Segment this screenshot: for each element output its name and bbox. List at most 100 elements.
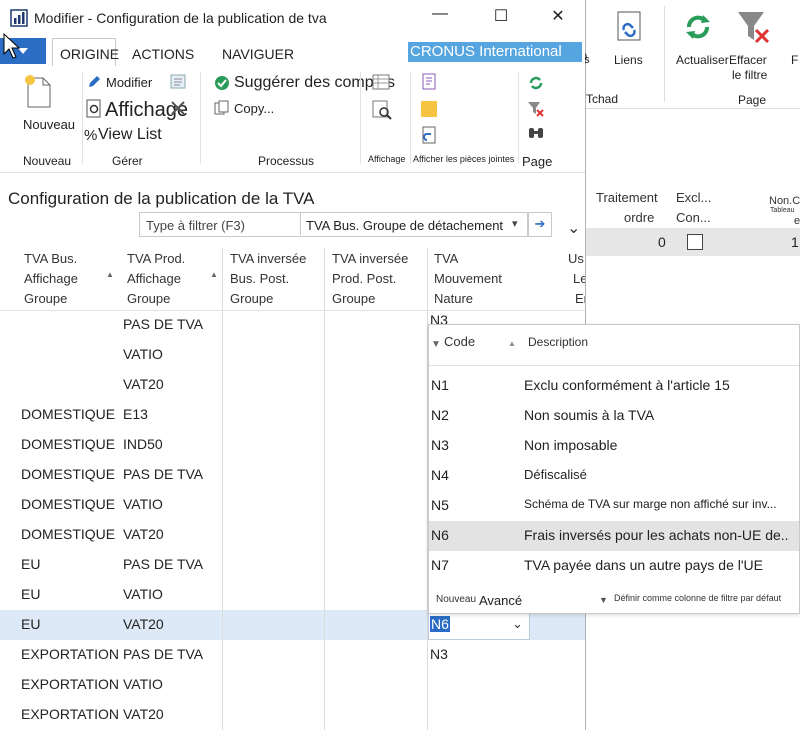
refresh-button[interactable]: Actualiser (676, 53, 729, 67)
col-header-us[interactable]: Us Le Er (568, 249, 585, 309)
dropdown-item[interactable]: N1 Exclu conformément à l'article 15 (429, 371, 799, 401)
ribbon-separator-5 (518, 72, 519, 164)
expand-chevron-icon[interactable]: ⌄ (567, 218, 580, 238)
maximize-button[interactable]: ☐ (486, 6, 516, 26)
list-edit-icon[interactable] (170, 74, 188, 95)
copy-icon[interactable] (214, 100, 230, 121)
dropdown-header-desc[interactable]: Description (528, 335, 588, 349)
cell-prod-group[interactable]: VATIO (123, 496, 163, 512)
clear-filter-icon[interactable] (736, 8, 772, 53)
cell-prod-group[interactable]: PAS DE TVA (123, 646, 203, 662)
cell-prod-group[interactable]: PAS DE TVA (123, 316, 203, 332)
dropdown-sort-icon[interactable]: ▲ (508, 339, 516, 348)
table-view-icon[interactable] (372, 74, 390, 95)
cell-prod-group[interactable]: E13 (123, 406, 148, 422)
note-icon[interactable] (420, 100, 438, 123)
cell-bus-group[interactable]: EU (21, 586, 40, 602)
tab-origine-label[interactable]: ORIGINE (60, 46, 119, 62)
tab-actions[interactable]: ACTIONS (132, 46, 194, 62)
cell-bus-group[interactable]: EXPORTATION (21, 676, 119, 692)
cell-prod-group[interactable]: VATIO (123, 346, 163, 362)
col-header-mouvement[interactable]: TVA Mouvement Nature (434, 249, 502, 309)
dropdown-item[interactable]: N6 Frais inversés pour les achats non-UE … (429, 521, 799, 551)
attachment-icon[interactable] (420, 126, 438, 151)
clear-filter-small-icon[interactable] (527, 100, 545, 123)
links-button[interactable]: Liens (614, 53, 643, 67)
page-small-button[interactable]: Page (522, 154, 552, 169)
table-row[interactable]: EXPORTATION VAT20 (0, 700, 585, 730)
table-row[interactable]: EXPORTATION PAS DE TVA N3 (0, 640, 585, 670)
cell-prod-group[interactable]: VAT20 (123, 706, 164, 722)
dropdown-item[interactable]: N2 Non soumis à la TVA (429, 401, 799, 431)
col-header-rev-bus-l2: Bus. Post. (230, 271, 290, 286)
view-small-button[interactable]: Affichage (368, 154, 405, 164)
search-list-icon[interactable] (372, 100, 392, 125)
sort-up-icon[interactable]: ▲ (106, 270, 114, 279)
cell-bus-group[interactable]: DOMESTIQUE (21, 466, 115, 482)
dropdown-item[interactable]: N5 Schéma de TVA sur marge non affiché su… (429, 491, 799, 521)
cell-prod-group[interactable]: VATIO (123, 586, 163, 602)
show-attachments-button[interactable]: Afficher les pièces jointes (413, 154, 514, 164)
bg-table-row[interactable]: 0 1 (586, 228, 800, 256)
view-list-button[interactable]: View List (98, 126, 162, 144)
mouvement-dropdown-chevron-icon[interactable]: ⌄ (512, 616, 523, 632)
dropdown-new-button[interactable]: Nouveau (436, 594, 476, 605)
links-icon[interactable] (614, 8, 648, 48)
mouvement-cell-value[interactable]: N6 (430, 616, 450, 632)
filter-input[interactable]: Type à filtrer (F3) (146, 218, 245, 233)
col-header-bus[interactable]: TVA Bus. Affichage Groupe (24, 249, 78, 309)
checkmark-icon[interactable] (214, 75, 230, 96)
purple-document-icon[interactable] (420, 73, 438, 96)
cell-prod-group[interactable]: VAT20 (123, 616, 164, 632)
cell-bus-group[interactable]: DOMESTIQUE (21, 496, 115, 512)
dropdown-item[interactable]: N4 Défiscalisé (429, 461, 799, 491)
dropdown-header-code[interactable]: Code (444, 334, 475, 349)
dropdown-item[interactable]: N3 Non imposable (429, 431, 799, 461)
delete-x-icon[interactable] (170, 100, 186, 121)
cell-bus-group[interactable]: EXPORTATION (21, 706, 119, 722)
dropdown-item[interactable]: N7 TVA payée dans un autre pays de l'UE (429, 551, 799, 581)
cell-bus-group[interactable]: EU (21, 616, 40, 632)
edit-pencil-icon[interactable] (87, 75, 101, 94)
col-header-rev-prod[interactable]: TVA inversée Prod. Post. Groupe (332, 249, 408, 309)
col-header-prod[interactable]: TVA Prod. Affichage Groupe (127, 249, 185, 309)
tab-naviguer[interactable]: NAVIGUER (222, 46, 294, 62)
new-button[interactable]: Nouveau (23, 117, 75, 132)
close-button[interactable]: ✕ (543, 6, 573, 26)
refresh-small-icon[interactable] (527, 74, 545, 97)
cell-bus-group[interactable]: EU (21, 556, 40, 572)
cell-prod-group[interactable]: VAT20 (123, 526, 164, 542)
filter-go-arrow-icon[interactable]: ➔ (528, 212, 552, 237)
filter-funnel-icon[interactable]: ▼ (431, 339, 441, 350)
refresh-icon[interactable] (681, 10, 715, 49)
cell-prod-group[interactable]: PAS DE TVA (123, 556, 203, 572)
view-document-icon[interactable] (85, 99, 103, 124)
filter-field-chevron-icon[interactable]: ▾ (512, 217, 518, 230)
minimize-button[interactable]: — (425, 5, 455, 23)
cell-bus-group[interactable]: DOMESTIQUE (21, 526, 115, 542)
cell-bus-group[interactable]: EXPORTATION (21, 646, 119, 662)
suggest-accounts-button[interactable]: Suggérer des comptes (234, 74, 395, 92)
set-default-filter-button[interactable]: Définir comme colonne de filtre par défa… (614, 593, 781, 603)
cell-bus-group[interactable]: DOMESTIQUE (21, 436, 115, 452)
cell-prod-group[interactable]: IND50 (123, 436, 163, 452)
cell-prod-group[interactable]: PAS DE TVA (123, 466, 203, 482)
bg-col-excl-l2: Con... (676, 210, 711, 225)
cell-mouvement[interactable]: N3 (430, 646, 448, 662)
binoculars-icon[interactable] (527, 124, 545, 145)
sort-up-icon-2[interactable]: ▲ (210, 270, 218, 279)
filter-field-label[interactable]: TVA Bus. Groupe de détachement (306, 218, 503, 233)
col-header-rev-prod-l3: Groupe (332, 291, 376, 306)
dropdown-item-code: N6 (431, 527, 449, 543)
edit-button[interactable]: Modifier (106, 75, 152, 90)
cell-prod-group[interactable]: VATIO (123, 676, 163, 692)
table-row[interactable]: EXPORTATION VATIO (0, 670, 585, 700)
new-document-icon[interactable] (24, 74, 54, 115)
bg-row-checkbox[interactable] (687, 234, 703, 250)
clear-filter-button[interactable]: Effacer (729, 53, 767, 67)
copy-button[interactable]: Copy... (234, 101, 274, 116)
dropdown-advanced-button[interactable]: Avancé (479, 593, 522, 608)
cell-prod-group[interactable]: VAT20 (123, 376, 164, 392)
col-header-rev-bus[interactable]: TVA inversée Bus. Post. Groupe (230, 249, 306, 309)
cell-bus-group[interactable]: DOMESTIQUE (21, 406, 115, 422)
